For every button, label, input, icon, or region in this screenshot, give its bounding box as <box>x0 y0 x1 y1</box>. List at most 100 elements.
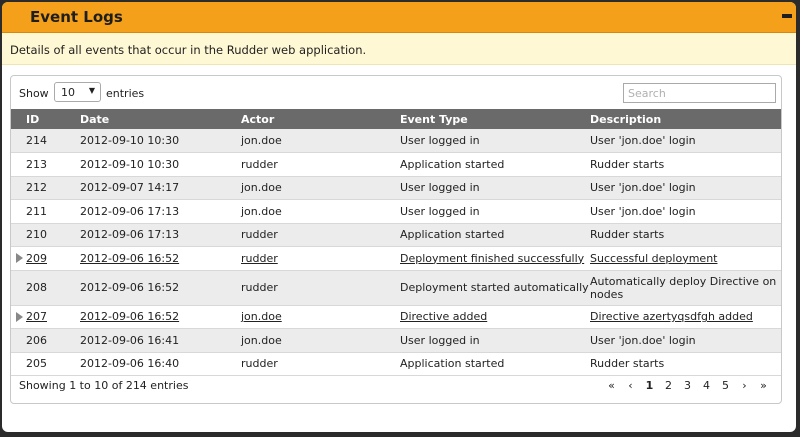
event-id-cell: 210 <box>11 223 80 247</box>
events-table-box: Show 10 ▼ entries ID Date Actor Event Ty… <box>10 75 782 404</box>
event-description: Rudder starts <box>590 157 665 171</box>
event-id: 213 <box>26 157 47 171</box>
search-input[interactable] <box>623 83 776 103</box>
event-date: 2012-09-10 10:30 <box>80 157 180 171</box>
event-date: 2012-09-06 16:41 <box>80 333 180 347</box>
event-id-cell: 207 <box>11 305 80 329</box>
event-description-cell: User 'jon.doe' login <box>590 329 781 353</box>
event-date-cell: 2012-09-06 16:52 <box>80 247 241 271</box>
column-header-date[interactable]: Date <box>80 109 241 129</box>
event-date-cell: 2012-09-06 16:41 <box>80 329 241 353</box>
last-page-button[interactable]: » <box>754 379 773 392</box>
panel-title: Event Logs <box>30 8 123 26</box>
table-row[interactable]: 209 2012-09-06 16:52 rudder Deployment fini… <box>11 246 781 271</box>
minus-icon[interactable] <box>782 14 792 18</box>
event-id: 214 <box>26 134 47 147</box>
event-actor: jon.doe <box>241 134 282 147</box>
event-description-cell: User 'jon.doe' login <box>590 200 781 224</box>
table-row: 210 2012-09-06 17:13 rudder Application sta… <box>11 223 781 247</box>
event-type: Application started <box>400 157 505 171</box>
event-actor[interactable]: jon.doe <box>241 310 282 323</box>
event-date: 2012-09-10 10:30 <box>80 134 180 147</box>
event-date: 2012-09-06 16:40 <box>80 357 180 371</box>
event-type-cell: User logged in <box>400 329 590 353</box>
page-button-2[interactable]: 2 <box>659 379 678 392</box>
event-date[interactable]: 2012-09-06 16:52 <box>80 310 179 323</box>
column-header-event-type[interactable]: Event Type <box>400 109 590 129</box>
event-type[interactable]: Directive added <box>400 310 487 323</box>
event-id-cell: 214 <box>11 129 80 153</box>
event-id: 212 <box>26 181 47 195</box>
event-id-cell: 208 <box>11 270 80 305</box>
event-description-cell: Successful deployment <box>590 247 781 271</box>
event-type: Deployment started automatically <box>400 281 589 294</box>
event-id-cell: 213 <box>11 153 80 177</box>
pagination: « ‹ 1 2 3 4 5 › » <box>602 379 773 392</box>
event-description[interactable]: Directive azertyqsdfgh added <box>590 310 753 323</box>
event-actor: rudder <box>241 357 278 371</box>
event-description: User 'jon.doe' login <box>590 204 696 218</box>
page-button-3[interactable]: 3 <box>678 379 697 392</box>
prev-page-button[interactable]: ‹ <box>621 379 640 392</box>
table-row: 212 2012-09-07 14:17 jon.doe User logged in… <box>11 176 781 200</box>
event-actor: rudder <box>241 281 278 294</box>
show-label: Show <box>19 87 49 100</box>
event-actor: jon.doe <box>241 181 282 195</box>
event-type-cell: Deployment started automatically <box>400 270 590 305</box>
table-header-row: ID Date Actor Event Type Description <box>11 109 781 129</box>
event-description[interactable]: Successful deployment <box>590 252 717 265</box>
event-date-cell: 2012-09-10 10:30 <box>80 129 241 153</box>
event-date-cell: 2012-09-06 17:13 <box>80 223 241 247</box>
table-row: 214 2012-09-10 10:30 jon.doe User logged in… <box>11 129 781 153</box>
first-page-button[interactable]: « <box>602 379 621 392</box>
event-description: User 'jon.doe' login <box>590 333 696 347</box>
event-type[interactable]: Deployment finished successfully <box>400 252 584 265</box>
caret-down-icon: ▼ <box>88 86 95 95</box>
event-date-cell: 2012-09-07 14:17 <box>80 176 241 200</box>
event-type: User logged in <box>400 204 480 218</box>
event-actor: jon.doe <box>241 204 282 218</box>
event-date[interactable]: 2012-09-06 16:52 <box>80 252 179 265</box>
page-size-select[interactable]: 10 ▼ <box>54 82 101 102</box>
event-date-cell: 2012-09-06 16:52 <box>80 270 241 305</box>
event-actor-cell: jon.doe <box>241 129 400 153</box>
column-header-actor[interactable]: Actor <box>241 109 400 129</box>
event-description-cell: Automatically deploy Directive on nodes <box>590 270 781 305</box>
event-description-cell: User 'jon.doe' login <box>590 129 781 153</box>
event-date-cell: 2012-09-06 16:52 <box>80 305 241 329</box>
column-header-id[interactable]: ID <box>11 109 80 129</box>
event-description: Automatically deploy Directive on nodes <box>590 274 777 301</box>
event-id[interactable]: 209 <box>26 252 47 265</box>
event-id: 206 <box>26 333 47 347</box>
event-id: 211 <box>26 204 47 218</box>
expand-triangle-icon[interactable] <box>16 311 23 322</box>
event-actor-cell: jon.doe <box>241 176 400 200</box>
event-actor-cell: rudder <box>241 247 400 271</box>
event-description-cell: User 'jon.doe' login <box>590 176 781 200</box>
event-description-cell: Rudder starts <box>590 223 781 247</box>
event-id[interactable]: 207 <box>26 310 47 323</box>
table-row[interactable]: 207 2012-09-06 16:52 jon.doe Directive adde… <box>11 305 781 329</box>
event-date: 2012-09-07 14:17 <box>80 181 180 195</box>
column-header-description[interactable]: Description <box>590 109 781 129</box>
events-table: ID Date Actor Event Type Description 214… <box>11 109 781 376</box>
event-date-cell: 2012-09-06 17:13 <box>80 200 241 224</box>
page-button-1[interactable]: 1 <box>640 379 659 392</box>
page-button-5[interactable]: 5 <box>716 379 735 392</box>
next-page-button[interactable]: › <box>735 379 754 392</box>
table-row: 211 2012-09-06 17:13 jon.doe User logged in… <box>11 199 781 224</box>
page-button-4[interactable]: 4 <box>697 379 716 392</box>
panel-description: Details of all events that occur in the … <box>2 33 796 65</box>
event-id-cell: 206 <box>11 329 80 353</box>
event-type: User logged in <box>400 134 480 147</box>
table-row: 206 2012-09-06 16:41 jon.doe User logged in… <box>11 328 781 353</box>
panel-header: Event Logs <box>2 2 796 33</box>
expand-triangle-icon[interactable] <box>16 253 23 264</box>
event-type-cell: Application started <box>400 223 590 247</box>
table-footer: Showing 1 to 10 of 214 entries « ‹ 1 2 3… <box>11 371 781 403</box>
event-logs-panel: Event Logs Details of all events that oc… <box>2 2 796 432</box>
page-size-value: 10 <box>61 86 75 99</box>
event-type: Application started <box>400 228 505 242</box>
event-id: 208 <box>26 281 47 294</box>
event-actor[interactable]: rudder <box>241 252 278 265</box>
